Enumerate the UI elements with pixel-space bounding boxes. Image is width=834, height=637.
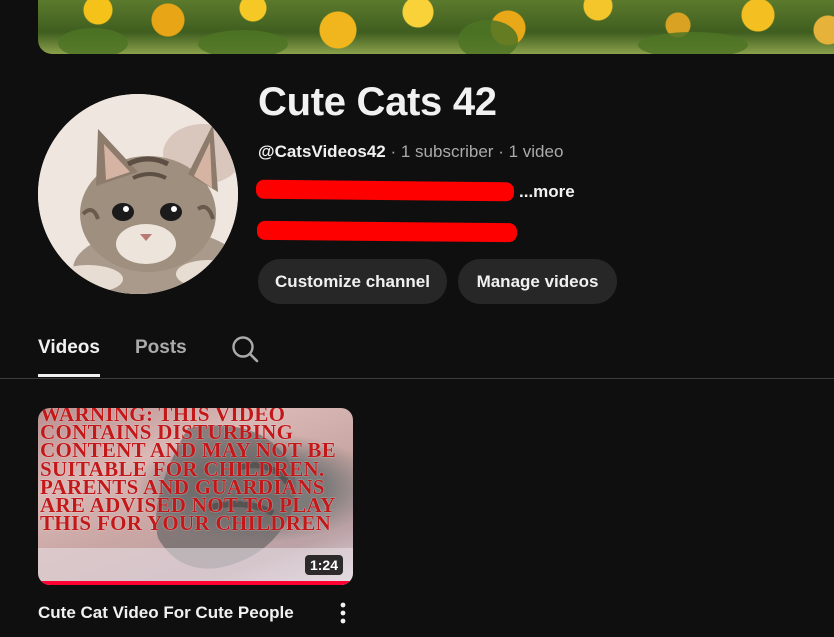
video-count: 1 video <box>508 142 564 161</box>
channel-page: Cute Cats 42 @CatsVideos42 · 1 subscribe… <box>0 0 834 637</box>
watch-progress-bar <box>38 581 353 585</box>
active-tab-indicator <box>38 374 100 377</box>
channel-title: Cute Cats 42 <box>258 80 497 124</box>
video-title[interactable]: Cute Cat Video For Cute People <box>38 603 294 623</box>
more-link[interactable]: ...more <box>519 182 575 202</box>
search-icon[interactable] <box>230 334 260 364</box>
video-thumbnail[interactable]: WARNING: THIS VIDEO CONTAINS DISTURBING … <box>38 408 353 585</box>
meta-separator: · <box>385 142 401 161</box>
channel-banner <box>38 0 834 54</box>
channel-handle: @CatsVideos42 <box>258 142 386 161</box>
thumbnail-warning-text: WARNING: THIS VIDEO CONTAINS DISTURBING … <box>40 408 336 536</box>
kitten-avatar-image <box>38 94 238 294</box>
more-vert-icon[interactable] <box>331 601 355 627</box>
tab-posts[interactable]: Posts <box>135 337 187 359</box>
subscriber-count: 1 subscriber <box>400 142 494 161</box>
customize-channel-button[interactable]: Customize channel <box>258 259 447 304</box>
channel-meta: @CatsVideos42 · 1 subscriber · 1 video <box>258 142 563 162</box>
tabs-divider <box>0 378 834 379</box>
meta-separator: · <box>493 142 509 161</box>
video-duration: 1:24 <box>304 555 343 575</box>
manage-videos-button[interactable]: Manage videos <box>458 259 617 304</box>
tab-videos[interactable]: Videos <box>38 337 100 359</box>
redacted-link <box>256 220 518 243</box>
redacted-description <box>255 179 515 202</box>
channel-avatar[interactable] <box>38 94 238 294</box>
